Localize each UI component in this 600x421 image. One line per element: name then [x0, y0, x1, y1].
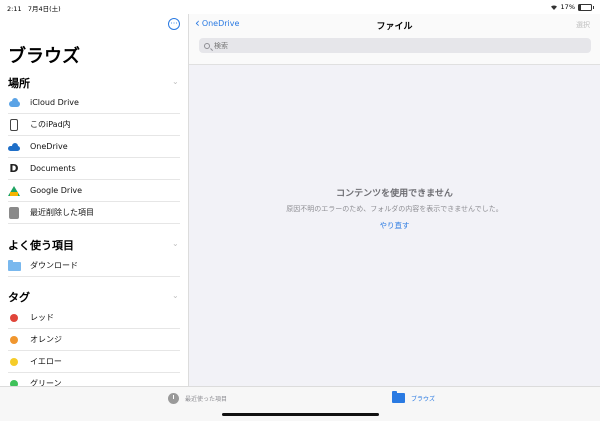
tag-dot-icon	[10, 335, 18, 344]
sidebar-item-tag-orange[interactable]: オレンジ	[8, 329, 180, 351]
documents-icon: D	[9, 161, 19, 175]
home-indicator[interactable]	[222, 413, 379, 416]
main-content: ‹ OneDrive ファイル 選択 コンテンツを使用できません 原因不明のエラ…	[189, 14, 600, 386]
sidebar-item-tag-yellow[interactable]: イエロー	[8, 351, 180, 373]
clock-icon	[168, 393, 179, 404]
sidebar-item-icloud-drive[interactable]: iCloud Drive	[8, 92, 180, 114]
sidebar-item-tag-green[interactable]: グリーン	[8, 373, 180, 386]
ipad-icon	[8, 118, 20, 131]
more-options-button[interactable]: ···	[168, 18, 180, 30]
wifi-icon	[550, 5, 557, 10]
section-locations-heading[interactable]: 場所	[8, 75, 30, 91]
tag-dot-icon	[10, 313, 18, 322]
retry-button[interactable]: やり直す	[189, 220, 600, 231]
navigation-bar: ‹ OneDrive ファイル 選択	[189, 14, 600, 65]
chevron-down-icon[interactable]: ⌄	[172, 239, 179, 248]
empty-state-title: コンテンツを使用できません	[336, 189, 453, 199]
search-icon	[204, 42, 210, 49]
battery-icon	[578, 3, 594, 11]
sidebar-item-on-my-ipad[interactable]: このiPad内	[8, 114, 180, 136]
sidebar-item-downloads[interactable]: ダウンロード	[8, 255, 180, 277]
trash-icon	[8, 206, 20, 219]
sidebar-item-recently-deleted[interactable]: 最近削除した項目	[8, 202, 180, 224]
sidebar-item-tag-red[interactable]: レッド	[8, 307, 180, 329]
search-input[interactable]	[214, 41, 574, 50]
section-tags-heading[interactable]: タグ	[8, 289, 30, 305]
battery-percent: 17%	[560, 3, 575, 11]
sidebar-title: ブラウズ	[8, 46, 80, 67]
status-bar: 2:11 7月4日(土) 17%	[0, 0, 600, 14]
status-time: 2:11	[7, 5, 22, 13]
status-date: 7月4日(土)	[27, 5, 61, 13]
chevron-down-icon[interactable]: ⌄	[172, 77, 179, 86]
sidebar-item-onedrive[interactable]: OneDrive	[8, 136, 180, 158]
page-title: ファイル	[376, 22, 413, 32]
sidebar-item-documents[interactable]: D Documents	[8, 158, 180, 180]
tab-browse[interactable]: ブラウズ	[392, 391, 435, 403]
tab-recents[interactable]: 最近使った項目	[168, 393, 227, 404]
tag-dot-icon	[10, 357, 18, 366]
select-button[interactable]: 選択	[576, 20, 590, 30]
empty-state-message: 原因不明のエラーのため、フォルダの内容を表示できませんでした。	[286, 205, 503, 213]
folder-icon	[8, 259, 21, 272]
sidebar: ··· ブラウズ 場所 ⌄ iCloud Drive このiPad内 OneDr…	[0, 14, 189, 386]
tab-bar: 最近使った項目 ブラウズ	[0, 386, 600, 421]
icloud-icon	[8, 97, 20, 109]
chevron-down-icon[interactable]: ⌄	[172, 291, 179, 300]
search-bar[interactable]	[199, 38, 591, 53]
sidebar-item-google-drive[interactable]: Google Drive	[8, 180, 180, 202]
section-favorites-heading[interactable]: よく使う項目	[8, 237, 74, 253]
google-drive-icon	[8, 185, 20, 197]
onedrive-icon	[8, 141, 20, 153]
folder-icon	[392, 391, 405, 403]
